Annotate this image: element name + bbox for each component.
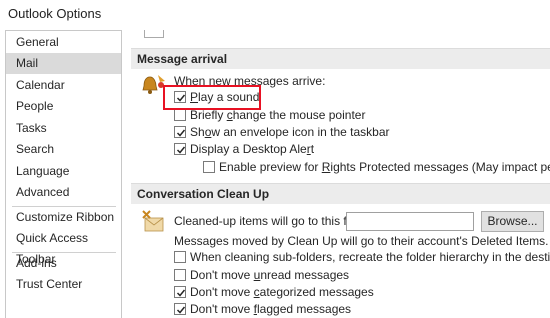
nav-item-general[interactable]: General xyxy=(6,32,121,53)
section-header-message-arrival: Message arrival xyxy=(131,48,550,69)
dont-move-categorized-label[interactable]: Don't move categorized messages xyxy=(190,285,374,299)
recreate-hierarchy-label[interactable]: When cleaning sub-folders, recreate the … xyxy=(190,250,550,264)
nav-item-customize-ribbon[interactable]: Customize Ribbon xyxy=(6,207,121,228)
nav-item-quick-access-toolbar[interactable]: Quick Access Toolbar xyxy=(6,228,121,266)
browse-button[interactable]: Browse... xyxy=(481,211,544,232)
title-bar: Outlook Options xyxy=(0,0,550,30)
highlight-box xyxy=(163,85,261,110)
checkmark-icon xyxy=(176,129,186,137)
nav-item-add-ins[interactable]: Add-ins xyxy=(6,253,121,274)
dont-move-flagged-checkbox[interactable] xyxy=(174,303,186,315)
nav-item-mail[interactable]: Mail xyxy=(6,53,121,74)
window-title: Outlook Options xyxy=(8,6,102,21)
cleanup-folder-input[interactable] xyxy=(346,212,474,231)
envelope-icon-checkbox[interactable] xyxy=(174,126,186,138)
nav-item-language[interactable]: Language xyxy=(6,161,121,182)
dont-move-flagged-label[interactable]: Don't move flagged messages xyxy=(190,302,351,316)
rights-preview-checkbox[interactable] xyxy=(203,161,215,173)
dont-move-unread-checkbox[interactable] xyxy=(174,269,186,281)
nav-item-tasks[interactable]: Tasks xyxy=(6,118,121,139)
envelope-icon-label[interactable]: Show an envelope icon in the taskbar xyxy=(190,125,390,139)
recreate-hierarchy-checkbox[interactable] xyxy=(174,251,186,263)
dont-move-categorized-checkbox[interactable] xyxy=(174,286,186,298)
rights-preview-label[interactable]: Enable preview for Rights Protected mess… xyxy=(219,160,550,174)
deleted-items-note: Messages moved by Clean Up will go to th… xyxy=(174,234,549,248)
checkmark-icon xyxy=(176,289,186,297)
dont-move-unread-label[interactable]: Don't move unread messages xyxy=(190,268,349,282)
nav-item-people[interactable]: People xyxy=(6,96,121,117)
change-pointer-label[interactable]: Briefly change the mouse pointer xyxy=(190,108,365,122)
nav-item-advanced[interactable]: Advanced xyxy=(6,182,121,203)
section-header-conversation-cleanup: Conversation Clean Up xyxy=(131,183,550,204)
cleanup-envelope-icon xyxy=(142,210,164,232)
previous-section-remnant xyxy=(144,30,164,38)
nav-item-search[interactable]: Search xyxy=(6,139,121,160)
mail-options-panel: Message arrival When new messages arrive… xyxy=(128,30,550,318)
options-nav: General Mail Calendar People Tasks Searc… xyxy=(5,30,122,318)
nav-item-calendar[interactable]: Calendar xyxy=(6,75,121,96)
checkmark-icon xyxy=(176,306,186,314)
desktop-alert-label[interactable]: Display a Desktop Alert xyxy=(190,142,314,156)
checkmark-icon xyxy=(176,146,186,154)
nav-item-trust-center[interactable]: Trust Center xyxy=(6,274,121,295)
change-pointer-checkbox[interactable] xyxy=(174,109,186,121)
desktop-alert-checkbox[interactable] xyxy=(174,143,186,155)
